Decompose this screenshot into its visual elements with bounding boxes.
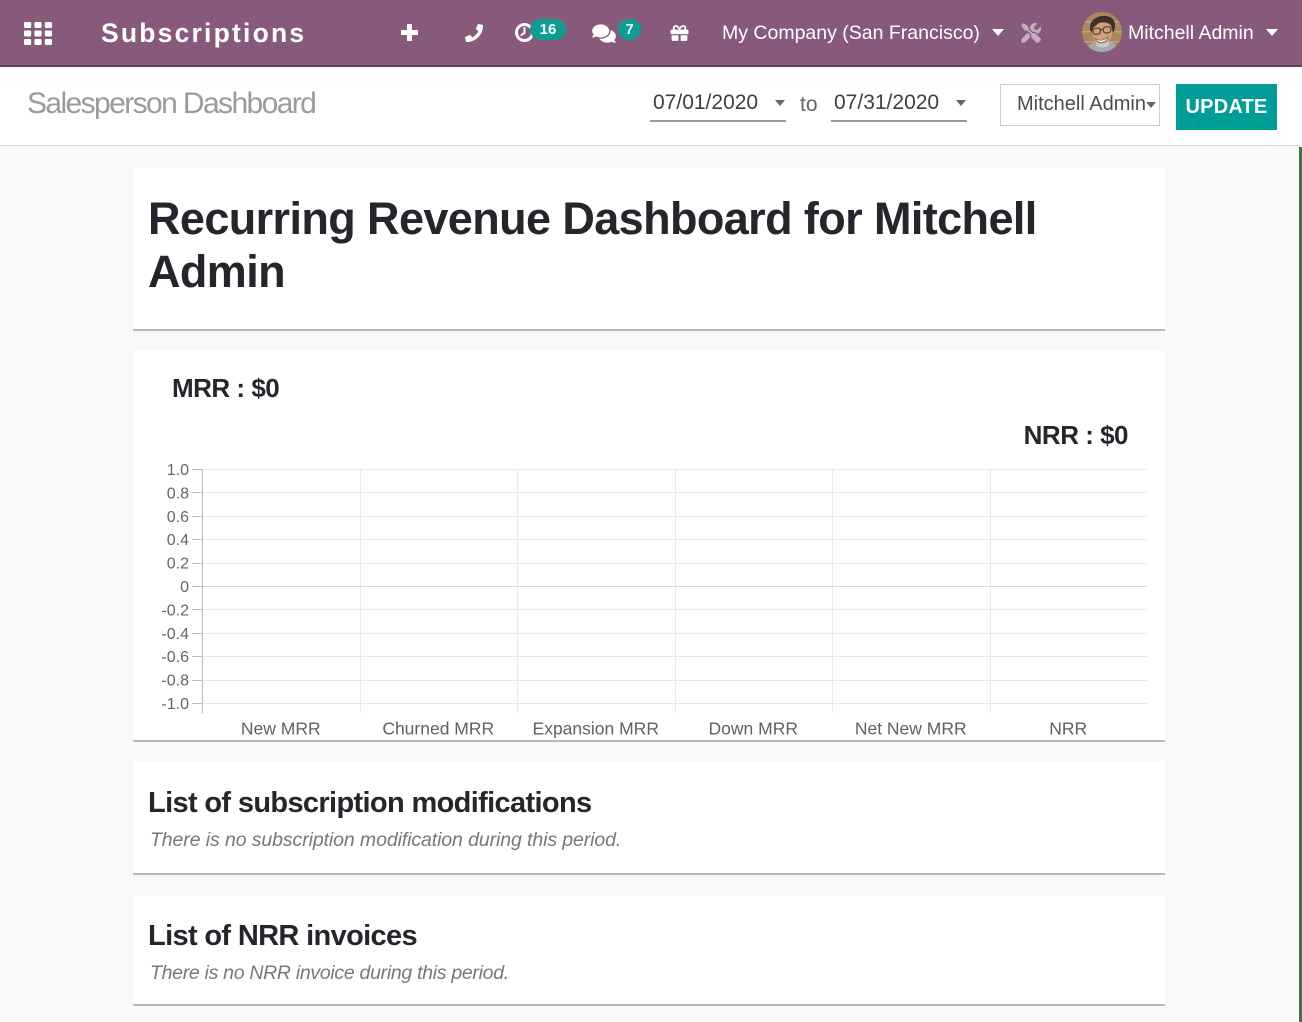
svg-text:Churned MRR: Churned MRR (382, 719, 494, 739)
svg-text:0: 0 (180, 579, 189, 596)
svg-text:Net New MRR: Net New MRR (855, 719, 967, 739)
svg-text:0.8: 0.8 (167, 485, 189, 502)
svg-text:-0.2: -0.2 (161, 602, 189, 619)
svg-text:0.2: 0.2 (167, 556, 189, 573)
svg-text:Expansion MRR: Expansion MRR (533, 719, 659, 739)
svg-text:-0.8: -0.8 (161, 673, 189, 690)
svg-text:-0.6: -0.6 (161, 649, 189, 666)
svg-text:-1.0: -1.0 (161, 696, 189, 713)
svg-text:0.6: 0.6 (167, 509, 189, 526)
svg-text:Down MRR: Down MRR (709, 719, 798, 739)
svg-text:-0.4: -0.4 (161, 626, 189, 643)
svg-text:New MRR: New MRR (241, 719, 321, 739)
svg-text:NRR: NRR (1049, 719, 1087, 739)
svg-text:1.0: 1.0 (167, 462, 189, 479)
svg-text:0.4: 0.4 (167, 532, 189, 549)
